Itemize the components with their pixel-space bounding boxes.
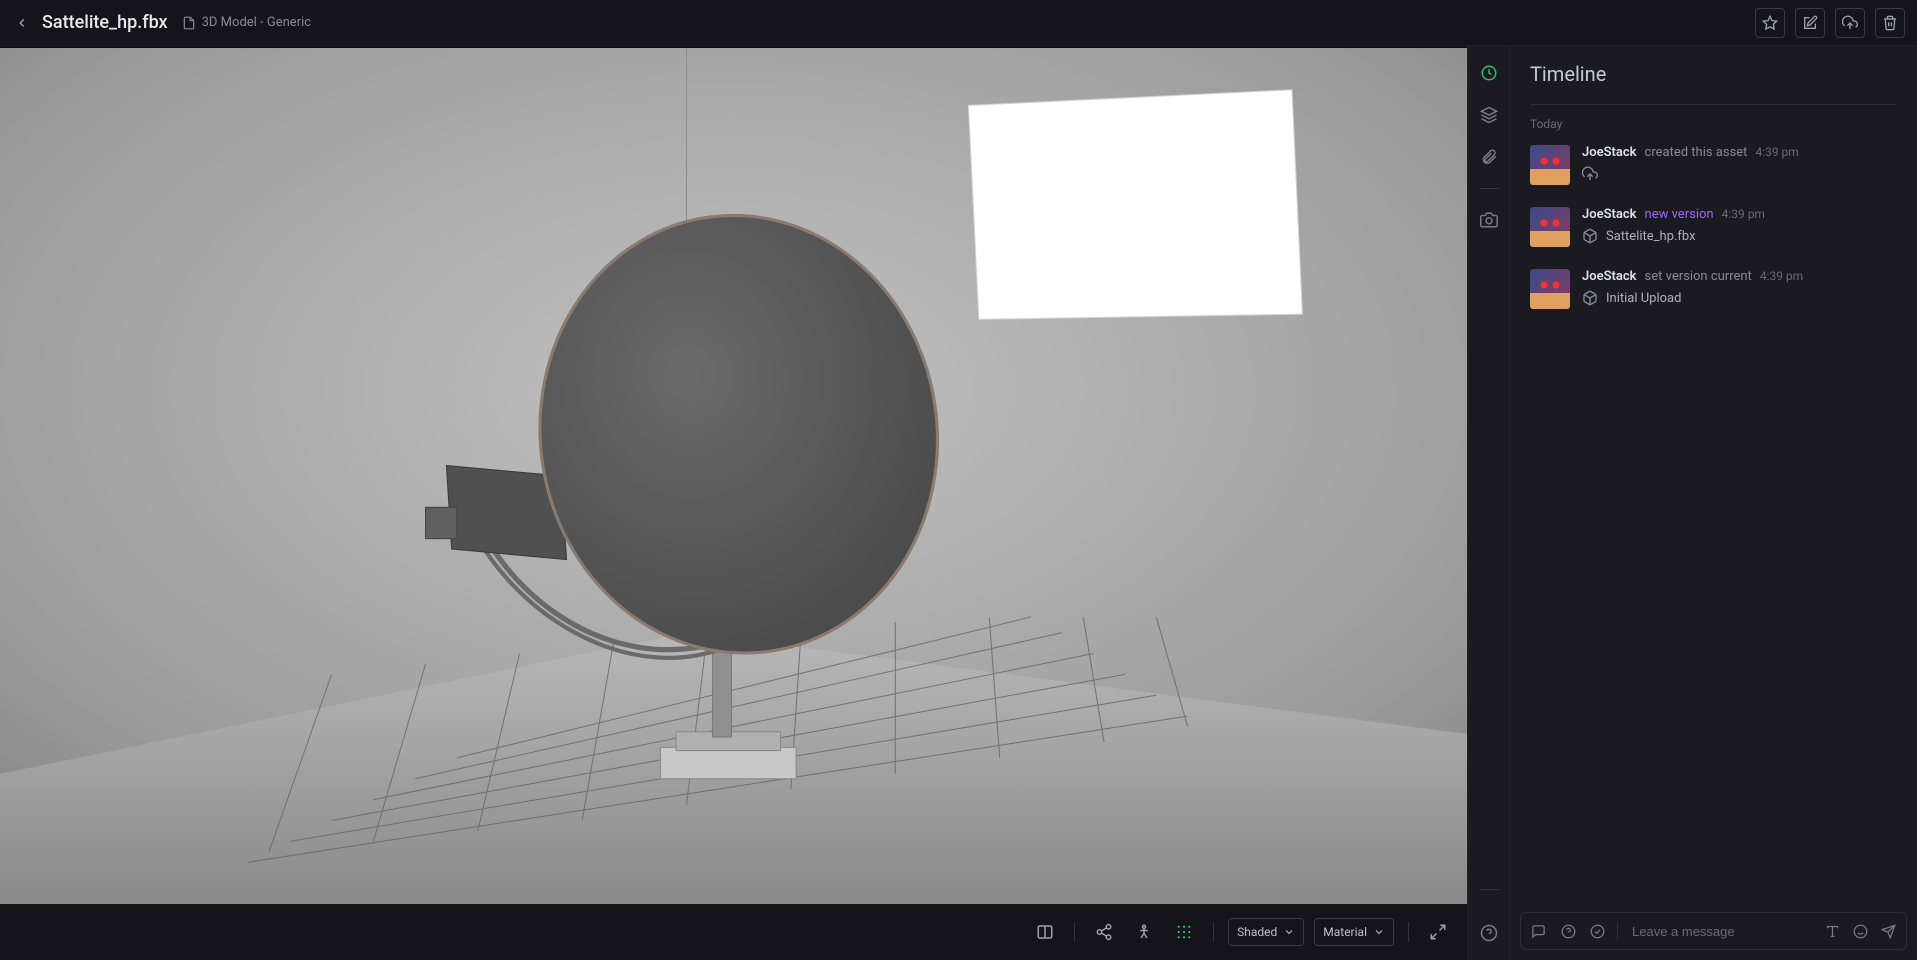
composer-send-button[interactable] — [1876, 919, 1900, 943]
star-icon — [1762, 15, 1778, 31]
fullscreen-button[interactable] — [1423, 917, 1453, 947]
chevron-down-icon — [1283, 926, 1295, 938]
composer-comment-button[interactable] — [1527, 919, 1550, 943]
send-icon — [1881, 924, 1896, 939]
separator — [1408, 922, 1409, 942]
trash-icon — [1882, 15, 1898, 31]
panel-title: Timeline — [1530, 62, 1897, 86]
text-icon — [1825, 924, 1840, 939]
section-today-label: Today — [1510, 105, 1917, 137]
separator — [1479, 889, 1499, 890]
help-circle-icon — [1561, 924, 1576, 939]
separator — [1617, 922, 1618, 940]
clock-icon — [1480, 64, 1498, 82]
timeline-entry[interactable]: JoeStack created this asset 4:39 pm — [1530, 137, 1897, 199]
file-icon — [182, 16, 196, 30]
avatar — [1530, 145, 1570, 185]
message-input[interactable] — [1626, 924, 1814, 939]
timeline-panel: Timeline Today JoeStack created this ass… — [1509, 46, 1917, 960]
favorite-button[interactable] — [1755, 8, 1785, 38]
share-icon — [1095, 923, 1113, 941]
cube-icon — [1582, 228, 1598, 244]
help-icon — [1480, 924, 1498, 942]
rail-attachments-button[interactable] — [1476, 144, 1502, 170]
composer-emoji-button[interactable] — [1848, 919, 1872, 943]
composer-help-button[interactable] — [1556, 919, 1579, 943]
entry-time: 4:39 pm — [1755, 145, 1798, 159]
share-button[interactable] — [1089, 917, 1119, 947]
composer-approve-button[interactable] — [1586, 919, 1609, 943]
timeline-entry[interactable]: JoeStack new version 4:39 pm Sattelite_h… — [1530, 199, 1897, 261]
grid-dots-icon — [1175, 923, 1193, 941]
top-bar: Sattelite_hp.fbx 3D Model - Generic — [0, 0, 1917, 46]
composer-text-format-button[interactable] — [1820, 919, 1844, 943]
rail-layers-button[interactable] — [1476, 102, 1502, 128]
split-view-button[interactable] — [1030, 917, 1060, 947]
expand-icon — [1429, 923, 1447, 941]
entry-action: new version — [1645, 207, 1714, 222]
entry-user: JoeStack — [1582, 269, 1637, 284]
avatar — [1530, 269, 1570, 309]
entry-action: set version current — [1645, 269, 1752, 284]
back-button[interactable] — [12, 13, 32, 33]
asset-type-label: 3D Model - Generic — [202, 15, 311, 30]
rail-timeline-button[interactable] — [1476, 60, 1502, 86]
asset-type: 3D Model - Generic — [182, 15, 311, 30]
paperclip-icon — [1480, 148, 1498, 166]
separator — [1213, 922, 1214, 942]
viewer-column: Shaded Material — [0, 46, 1467, 960]
delete-button[interactable] — [1875, 8, 1905, 38]
shading-label: Shaded — [1237, 925, 1277, 939]
rail-camera-button[interactable] — [1476, 207, 1502, 233]
material-label: Material — [1323, 925, 1367, 939]
message-composer — [1520, 912, 1907, 950]
check-circle-icon — [1590, 924, 1605, 939]
smile-icon — [1853, 924, 1868, 939]
timeline-entries: JoeStack created this asset 4:39 pm — [1510, 137, 1917, 902]
chevron-down-icon — [1373, 926, 1385, 938]
side-rail — [1467, 46, 1509, 960]
material-dropdown[interactable]: Material — [1314, 918, 1394, 946]
entry-user: JoeStack — [1582, 145, 1637, 160]
asset-title: Sattelite_hp.fbx — [42, 12, 168, 33]
entry-user: JoeStack — [1582, 207, 1637, 222]
grid-button[interactable] — [1169, 917, 1199, 947]
layers-icon — [1480, 106, 1498, 124]
person-icon — [1135, 923, 1153, 941]
columns-icon — [1036, 923, 1054, 941]
rail-help-button[interactable] — [1476, 920, 1502, 946]
3d-viewport[interactable] — [0, 48, 1467, 904]
rig-button[interactable] — [1129, 917, 1159, 947]
cube-icon — [1582, 290, 1598, 306]
message-square-icon — [1531, 924, 1546, 939]
entry-action: created this asset — [1645, 145, 1748, 160]
entry-subtext: Initial Upload — [1606, 291, 1681, 306]
cloud-upload-icon — [1842, 15, 1858, 31]
cloud-upload-icon — [1582, 166, 1598, 182]
entry-subtext: Sattelite_hp.fbx — [1606, 229, 1696, 244]
separator — [1074, 922, 1075, 942]
edit-button[interactable] — [1795, 8, 1825, 38]
shading-dropdown[interactable]: Shaded — [1228, 918, 1304, 946]
entry-time: 4:39 pm — [1722, 207, 1765, 221]
viewer-toolbar: Shaded Material — [0, 904, 1467, 960]
upload-button[interactable] — [1835, 8, 1865, 38]
entry-time: 4:39 pm — [1760, 269, 1803, 283]
separator — [1479, 188, 1499, 189]
camera-icon — [1480, 211, 1498, 229]
avatar — [1530, 207, 1570, 247]
timeline-entry[interactable]: JoeStack set version current 4:39 pm Ini… — [1530, 261, 1897, 323]
chevron-left-icon — [15, 16, 29, 30]
edit-icon — [1802, 15, 1818, 31]
